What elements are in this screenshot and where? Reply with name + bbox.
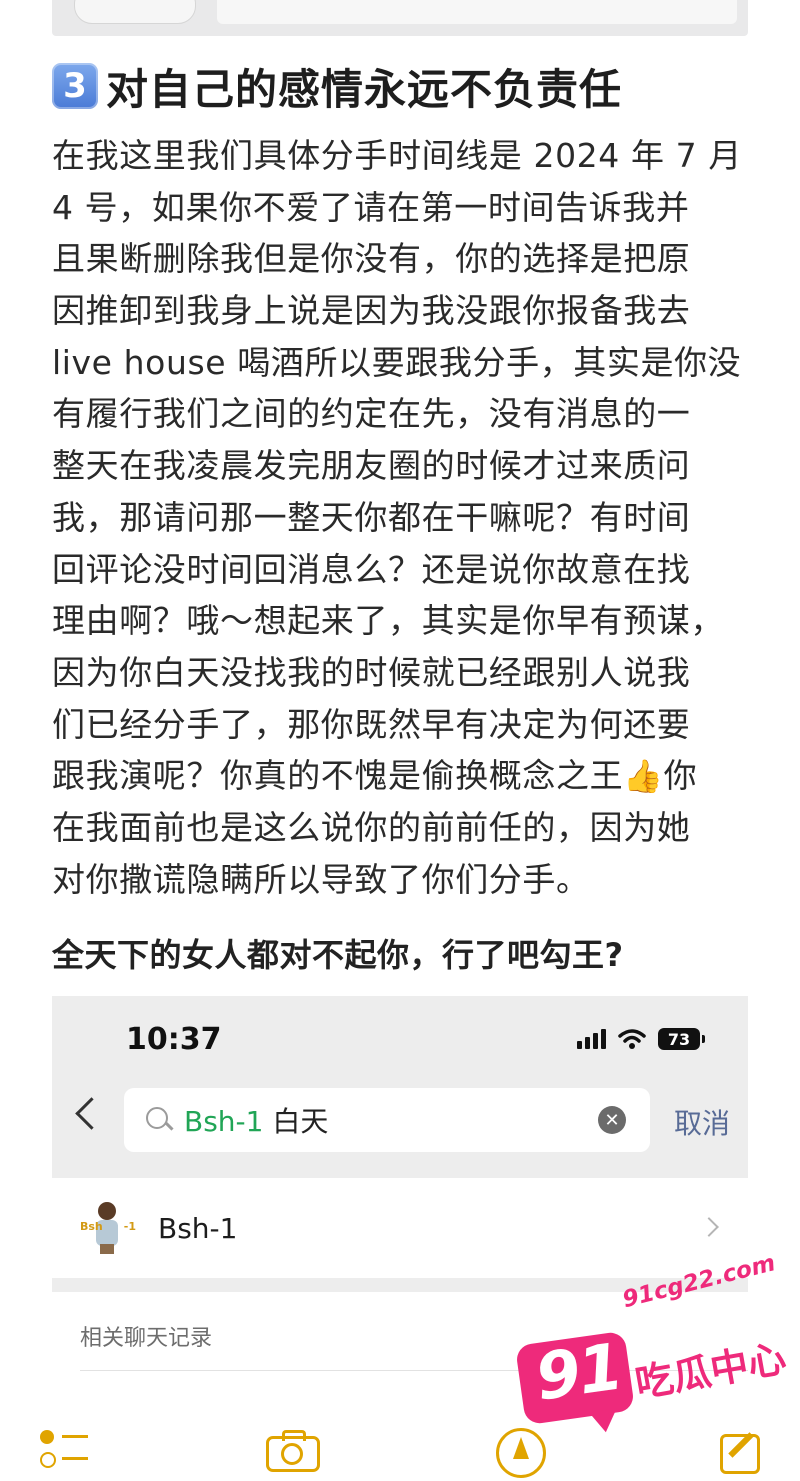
body-line-text: 跟我演呢？你真的不愧是偷换概念之王	[52, 756, 624, 796]
compose-icon[interactable]	[720, 1428, 764, 1474]
checklist-icon[interactable]	[40, 1428, 88, 1472]
cropped-bar	[217, 0, 737, 24]
search-query[interactable]: Bsh-1 白天	[184, 1100, 328, 1140]
body-line: 在我这里我们具体分手时间线是 2024 年 7 月	[52, 136, 742, 175]
back-arrow-icon[interactable]	[75, 1097, 108, 1130]
note-body: 在我这里我们具体分手时间线是 2024 年 7 月 4 号，如果你不爱了请在第一…	[52, 130, 752, 905]
body-line: 理由啊？哦～想起来了，其实是你早有预谋，	[52, 601, 724, 641]
cropped-top-screenshot	[52, 0, 748, 36]
body-line: 4 号，如果你不爱了请在第一时间告诉我并	[52, 187, 690, 227]
cancel-button[interactable]: 取消	[674, 1102, 730, 1142]
body-line: 因推卸到我身上说是因为我没跟你报备我去	[52, 291, 691, 331]
avatar-tag: Bsh	[80, 1220, 103, 1233]
notes-toolbar	[0, 1418, 800, 1481]
search-highlight: Bsh-1	[184, 1105, 264, 1138]
body-line: 我，那请问那一整天你都在干嘛呢？有时间	[52, 497, 691, 537]
section-heading: 3 对自己的感情永远不负责任	[52, 54, 622, 118]
body-line: 有履行我们之间的约定在先，没有消息的一	[52, 394, 691, 434]
body-line: live house 喝酒所以要跟我分手，其实是你没	[52, 342, 742, 382]
section-label: 相关聊天记录	[80, 1326, 213, 1351]
signal-icon	[577, 1029, 606, 1049]
notes-page: 3 对自己的感情永远不负责任 在我这里我们具体分手时间线是 2024 年 7 月…	[0, 0, 800, 1481]
body-line: 回评论没时间回消息么？还是说你故意在找	[52, 549, 691, 589]
body-line: 们已经分手了，那你既然早有决定为何还要	[52, 704, 691, 744]
avatar-tag: -1	[123, 1220, 136, 1233]
watermark-number: 91	[531, 1330, 626, 1416]
chevron-right-icon	[699, 1217, 719, 1237]
status-time: 10:37	[126, 1022, 222, 1057]
body-line: 因为你白天没找我的时候就已经跟别人说我	[52, 652, 691, 692]
thumbs-up-icon: 👍	[623, 757, 664, 796]
embedded-chat-search-screenshot: 10:37 73 Bsh-1 白天 ✕ 取消 Bsh -1 Bsh-1 相关聊天…	[52, 996, 748, 1481]
heading-title: 对自己的感情永远不负责任	[106, 64, 623, 114]
body-line: 且果断删除我但是你没有，你的选择是把原	[52, 239, 691, 279]
clear-icon[interactable]: ✕	[598, 1106, 626, 1134]
keycap-number-icon: 3	[52, 63, 98, 109]
search-input[interactable]: Bsh-1 白天 ✕	[124, 1088, 650, 1152]
search-rest: 白天	[263, 1105, 329, 1138]
status-icons: 73	[577, 1028, 705, 1050]
contact-name: Bsh-1	[158, 1211, 238, 1245]
body-line-tail: 你	[663, 756, 698, 796]
body-line: 在我面前也是这么说你的前前任的，因为她	[52, 807, 691, 847]
camera-icon[interactable]	[266, 1428, 320, 1472]
body-line: 跟我演呢？你真的不愧是偷换概念之王👍你	[52, 750, 752, 802]
contact-result-row[interactable]: Bsh -1 Bsh-1	[52, 1178, 748, 1278]
avatar: Bsh -1	[80, 1200, 136, 1256]
cropped-pill	[74, 0, 196, 24]
body-line: 对你撒谎隐瞒所以导致了你们分手。	[52, 859, 590, 899]
bold-conclusion: 全天下的女人都对不起你，行了吧勾王?	[52, 936, 624, 974]
search-icon	[144, 1105, 174, 1135]
body-line: 整天在我凌晨发完朋友圈的时候才过来质问	[52, 446, 691, 486]
wifi-icon	[618, 1029, 646, 1049]
battery-icon: 73	[658, 1028, 705, 1050]
markup-icon[interactable]	[496, 1428, 546, 1478]
